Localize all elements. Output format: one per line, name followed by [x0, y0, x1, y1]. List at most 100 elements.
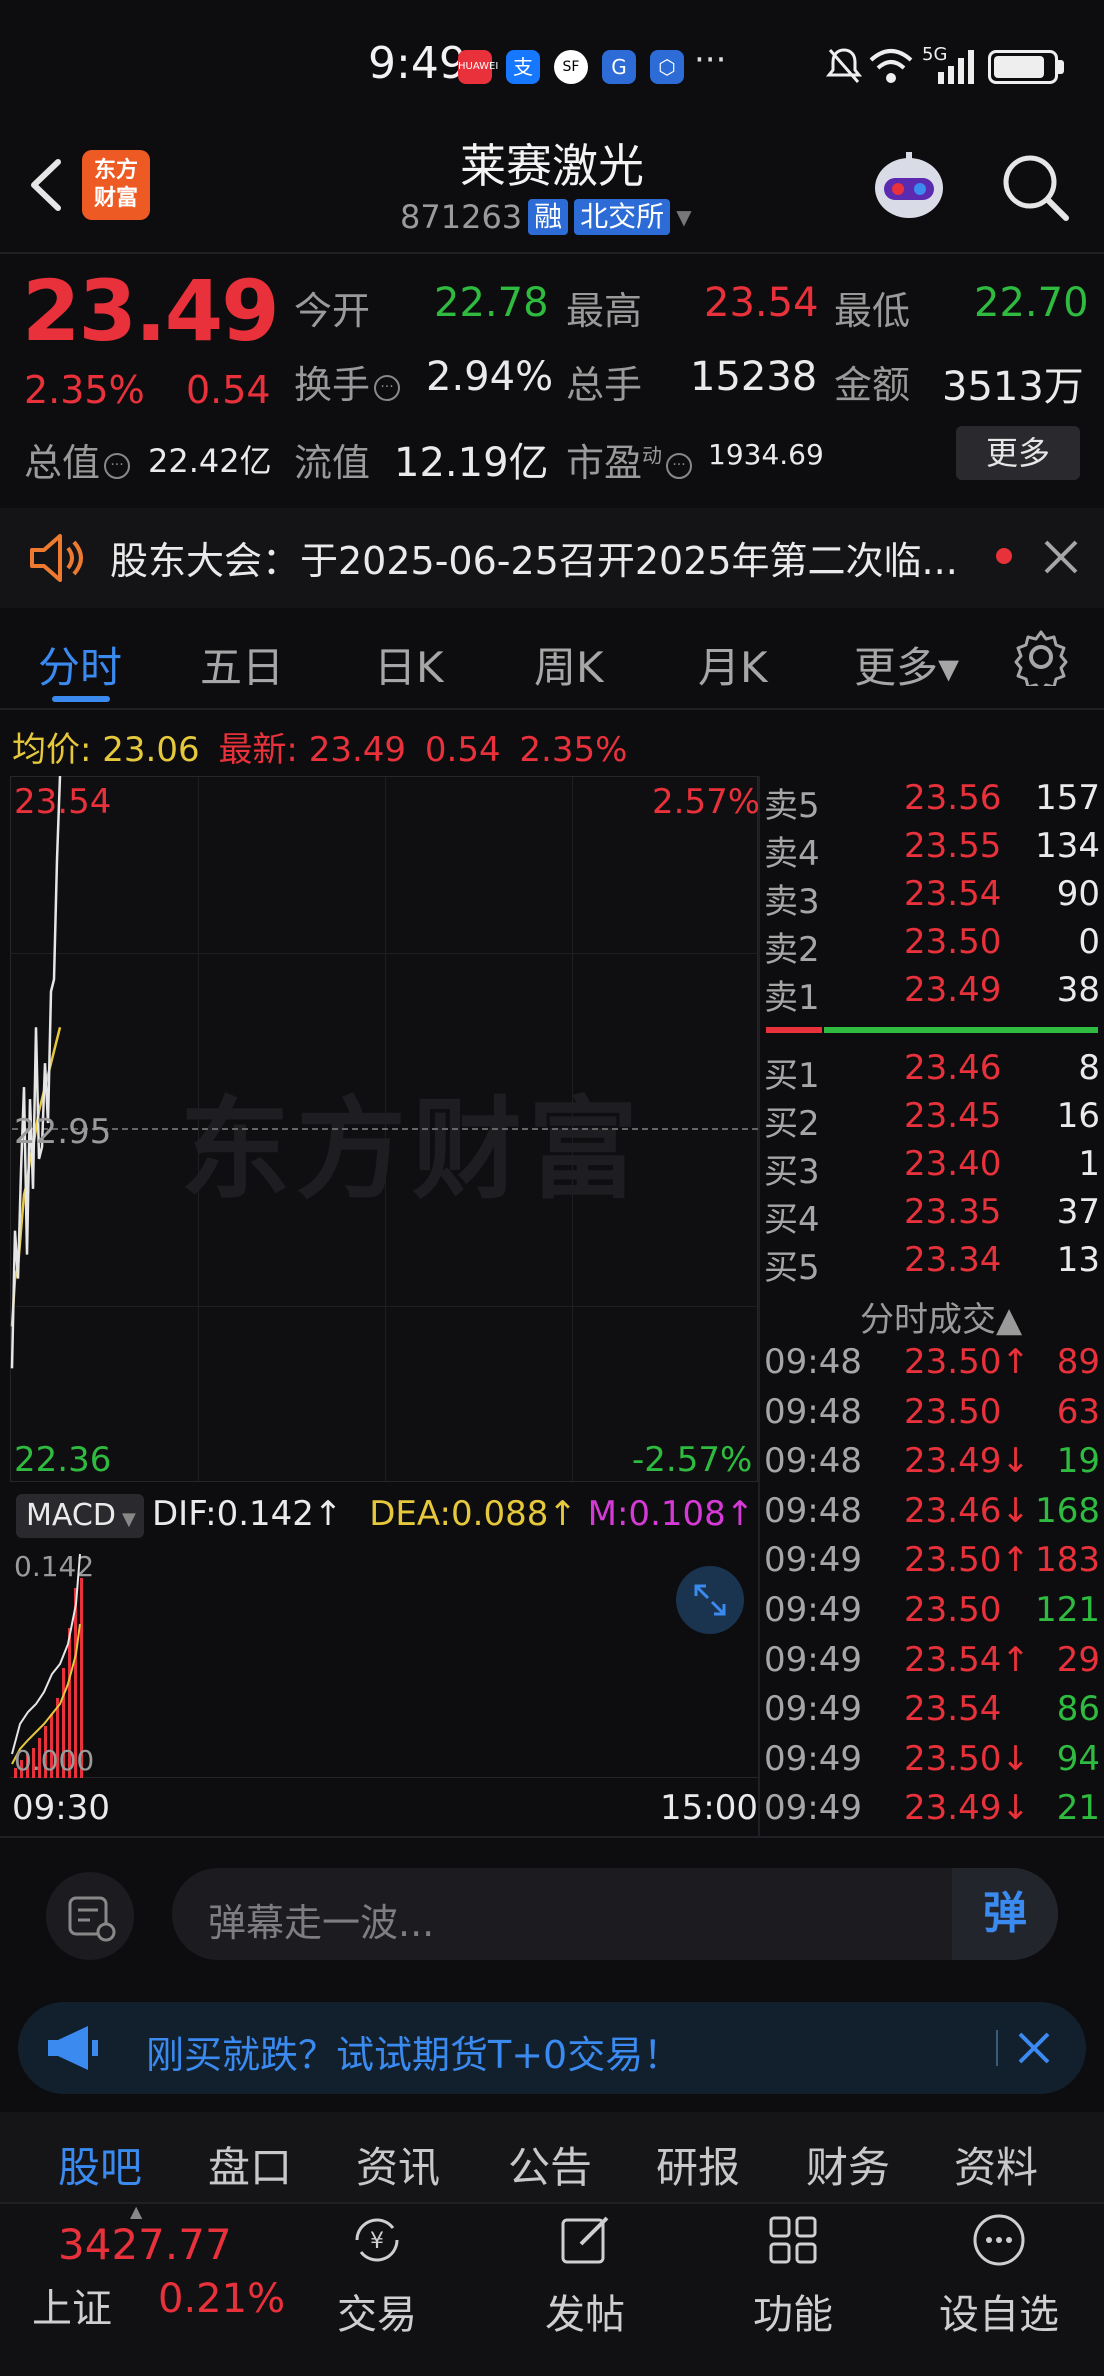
subtab-profile[interactable]: 资料	[954, 2134, 1038, 2195]
mktcap-label-text: 总值	[24, 441, 101, 485]
pe-label[interactable]: 市盈动 ···	[566, 432, 693, 487]
megaphone-icon	[48, 2026, 98, 2070]
ask-row: 卖4 23.55 134	[764, 826, 1100, 874]
macd-chart	[10, 1553, 758, 1778]
pe-sup: 动	[642, 443, 663, 468]
search-icon[interactable]	[998, 150, 1072, 224]
y-top-label: 23.54	[14, 782, 112, 822]
tick-volume: 168	[1035, 1490, 1100, 1531]
nav-trade[interactable]: ¥ 交易	[302, 2210, 452, 2340]
info-icon[interactable]: ···	[374, 374, 401, 401]
browser-app-icon: ⬡	[650, 50, 684, 84]
turnover-label-text: 换手	[294, 363, 371, 407]
caret-up-icon: ▲	[130, 2202, 143, 2221]
chevron-down-icon: ▼	[121, 1509, 136, 1530]
last-value: 23.49	[308, 730, 407, 770]
tick-time: 09:49	[764, 1590, 862, 1630]
danmu-send-button[interactable]: 弹	[952, 1868, 1058, 1960]
ask-row: 卖3 23.54 90	[764, 874, 1100, 922]
ask-row: 卖5 23.56 157	[764, 778, 1100, 826]
index-value[interactable]: 3427.77	[58, 2220, 232, 2269]
bid-row: 买3 23.40 1	[764, 1144, 1100, 1192]
battery-icon	[988, 50, 1058, 84]
comment-list-icon[interactable]	[46, 1872, 134, 1960]
signal-icon	[938, 50, 974, 84]
subtab-finance[interactable]: 财务	[806, 2134, 890, 2195]
tick-volume: 86	[1056, 1689, 1100, 1730]
tick-row: 09:49 23.50 121	[764, 1590, 1100, 1640]
gear-icon[interactable]	[1012, 628, 1070, 686]
macd-y-bot: 0.000	[14, 1744, 95, 1777]
tab-five-day[interactable]: 五日	[200, 634, 284, 695]
subtab-pankou[interactable]: 盘口	[208, 2134, 292, 2195]
low-value: 22.70	[974, 280, 1089, 326]
index-name[interactable]: 上证	[32, 2276, 112, 2334]
avg-label: 均价:	[12, 730, 92, 770]
tick-price: 23.50↓	[904, 1738, 1030, 1779]
huawei-app-icon: HUAWEI	[458, 50, 498, 84]
low-label: 最低	[834, 289, 911, 333]
tab-monthly-k[interactable]: 月K	[698, 634, 768, 695]
close-icon[interactable]	[1040, 536, 1082, 578]
expand-icon[interactable]	[676, 1566, 744, 1634]
dea-value: DEA:0.088↑	[369, 1494, 577, 1534]
tick-row: 09:48 23.50 63	[764, 1392, 1100, 1442]
intraday-lines	[10, 776, 62, 1369]
close-icon[interactable]	[1014, 2028, 1054, 2068]
tick-volume: 29	[1056, 1639, 1100, 1680]
subtab-announcements[interactable]: 公告	[508, 2134, 592, 2195]
tick-time: 09:49	[764, 1788, 862, 1829]
alipay-app-icon: 支	[506, 50, 540, 84]
tick-volume: 94	[1056, 1738, 1100, 1779]
x-start-label: 09:30	[12, 1788, 110, 1828]
notice-text[interactable]: 股东大会：于2025-06-25召开2025年第二次临...	[110, 530, 958, 585]
volume-value: 15238	[690, 354, 818, 400]
danmu-placeholder[interactable]: 弹幕走一波...	[208, 1892, 434, 1947]
nav-post[interactable]: 发帖	[510, 2210, 660, 2340]
tab-intraday[interactable]: 分时	[38, 634, 122, 695]
ticks-title[interactable]: 分时成交▲	[860, 1292, 1022, 1341]
nav-add-watchlist[interactable]: 设自选	[924, 2210, 1074, 2340]
macd-values: DIF:0.142↑ DEA:0.088↑ M:0.108↑	[152, 1494, 754, 1534]
tab-weekly-k[interactable]: 周K	[534, 634, 604, 695]
macd-selector[interactable]: MACD ▼	[16, 1494, 144, 1538]
mktcap-label[interactable]: 总值 ···	[24, 432, 131, 487]
tick-time: 09:48	[764, 1391, 862, 1432]
avg-value: 23.06	[102, 730, 200, 770]
promo-text[interactable]: 刚买就跌？试试期货T+0交易！	[146, 2024, 681, 2079]
nav-functions[interactable]: 功能	[718, 2210, 868, 2340]
bid-row: 买2 23.45 16	[764, 1096, 1100, 1144]
tick-volume: 21	[1056, 1788, 1100, 1829]
battery-tip	[1058, 60, 1064, 74]
turnover-label[interactable]: 换手 ···	[294, 354, 401, 409]
tab-daily-k[interactable]: 日K	[374, 634, 444, 695]
subtab-news[interactable]: 资讯	[356, 2134, 440, 2195]
tick-time: 09:49	[764, 1540, 862, 1581]
stock-code-row[interactable]: 871263 融 北交所 ▼	[400, 198, 692, 236]
ask-row: 卖2 23.50 0	[764, 922, 1100, 970]
more-button[interactable]: 更多	[956, 426, 1080, 480]
tick-row: 09:49 23.49↓ 21	[764, 1788, 1100, 1838]
index-pct[interactable]: 0.21%	[158, 2276, 285, 2322]
subtab-guba[interactable]: 股吧	[58, 2134, 142, 2195]
tick-price: 23.50↑	[904, 1540, 1030, 1581]
info-icon[interactable]: ···	[666, 452, 693, 479]
robot-avatar-icon[interactable]	[866, 148, 952, 228]
turnover-value: 2.94%	[426, 354, 554, 400]
subtab-research[interactable]: 研报	[656, 2134, 740, 2195]
tick-time: 09:48	[764, 1342, 862, 1382]
tick-row: 09:49 23.54 86	[764, 1689, 1100, 1739]
tab-more[interactable]: 更多▾	[854, 634, 959, 695]
floatcap-label: 流值	[294, 441, 371, 485]
floatcap-value: 12.19亿	[394, 440, 549, 486]
amount-value: 3513万	[942, 364, 1084, 410]
open-label: 今开	[294, 289, 371, 333]
bid-row: 买4 23.35 37	[764, 1192, 1100, 1240]
y-bot-label: 22.36	[14, 1440, 112, 1480]
tick-volume: 63	[1056, 1391, 1100, 1432]
wifi-icon	[869, 49, 913, 83]
tick-volume: 183	[1035, 1540, 1100, 1581]
info-icon[interactable]: ···	[104, 452, 131, 479]
volume-label: 总手	[566, 363, 643, 407]
status-more-icon: ···	[694, 40, 727, 80]
